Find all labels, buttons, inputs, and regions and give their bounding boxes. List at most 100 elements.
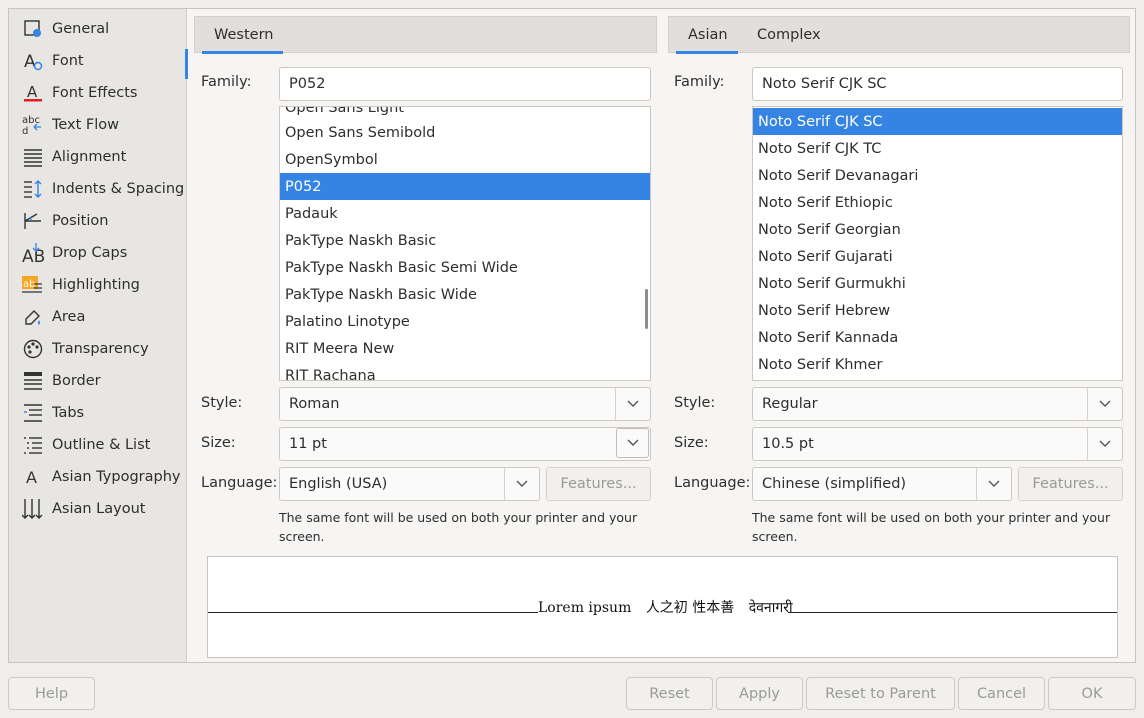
scrollbar[interactable] [645,289,648,329]
sidebar-item-highlighting[interactable]: ab Highlighting [9,269,187,301]
chevron-down-icon[interactable] [616,428,649,458]
list-item-selected[interactable]: P052 [280,173,650,200]
family-label: Family: [674,74,725,90]
svg-text:ab: ab [23,279,35,290]
dialog-content: General A Font A Font Effects abc d Text … [8,8,1136,663]
ok-button[interactable]: OK [1048,677,1136,710]
style-value: Roman [289,396,340,412]
asian-font-list[interactable]: Noto Serif CJK SC Noto Serif CJK TC Noto… [752,106,1123,381]
sidebar-item-area[interactable]: Area [9,301,187,333]
indents-spacing-icon [22,178,44,200]
sidebar-item-outline-list[interactable]: Outline & List [9,429,187,461]
area-icon [22,306,44,328]
position-icon [22,210,44,232]
list-item[interactable]: Noto Serif Kannada [753,324,1122,351]
reset-to-parent-button[interactable]: Reset to Parent [806,677,955,710]
list-item[interactable]: Open Sans Semibold [280,119,650,146]
western-font-list[interactable]: Open Sans Light Open Sans Semibold OpenS… [279,106,651,381]
western-panel: Western Family: P052 Open Sans Light Ope… [194,16,657,556]
list-item[interactable]: OpenSymbol [280,146,650,173]
sidebar-item-label: Font Effects [52,85,138,101]
preview-text: Lorem ipsum 人之初 性本善 देवनागरी [538,597,793,617]
list-item[interactable]: Noto Serif CJK TC [753,135,1122,162]
cancel-button[interactable]: Cancel [958,677,1045,710]
highlighting-icon: ab [22,274,44,296]
sidebar-item-border[interactable]: Border [9,365,187,397]
western-language-combo[interactable]: English (USA) [279,467,540,501]
alignment-icon [22,146,44,168]
svg-text:A: A [24,52,36,71]
chevron-down-icon[interactable] [976,468,1011,500]
list-item[interactable]: Noto Serif Devanagari [753,162,1122,189]
sidebar-item-font[interactable]: A Font [9,45,188,79]
sidebar-item-label: General [52,21,110,37]
list-item[interactable]: Noto Serif Georgian [753,216,1122,243]
sidebar-item-text-flow[interactable]: abc d Text Flow [9,109,187,141]
tabs-icon [22,402,44,424]
list-item-selected[interactable]: Noto Serif CJK SC [753,108,1122,135]
list-item[interactable]: PakType Naskh Basic Wide [280,281,650,308]
size-value: 11 pt [289,436,327,452]
asian-tabbar: Asian Complex [668,16,1130,54]
reset-button[interactable]: Reset [626,677,713,710]
chevron-down-icon[interactable] [1087,388,1122,420]
sidebar-item-label: Highlighting [52,277,140,293]
sidebar-item-tabs[interactable]: Tabs [9,397,187,429]
asian-language-combo[interactable]: Chinese (simplified) [752,467,1012,501]
asian-size-combo[interactable]: 10.5 pt [752,427,1123,461]
list-item[interactable]: Noto Serif Gurmukhi [753,270,1122,297]
sidebar-item-label: Drop Caps [52,245,128,261]
baseline-right [788,612,1117,613]
western-note: The same font will be used on both your … [279,510,638,544]
list-item[interactable]: PakType Naskh Basic [280,227,650,254]
list-item[interactable]: Noto Serif Gujarati [753,243,1122,270]
western-size-combo[interactable]: 11 pt [279,427,651,461]
western-tabbar: Western [194,16,657,54]
western-style-combo[interactable]: Roman [279,387,651,421]
svg-text:A: A [27,83,38,101]
western-features-button[interactable]: Features... [546,467,651,501]
apply-button[interactable]: Apply [716,677,803,710]
sidebar-item-drop-caps[interactable]: AB Drop Caps [9,237,187,269]
svg-text:AB: AB [22,247,44,264]
sidebar-item-label: Position [52,213,109,229]
list-item[interactable]: Noto Serif Khmer [753,351,1122,378]
list-item[interactable]: Padauk [280,200,650,227]
sidebar-item-asian-layout[interactable]: Asian Layout [9,493,187,525]
sidebar-item-indents-spacing[interactable]: Indents & Spacing [9,173,187,205]
list-item[interactable]: Noto Serif Ethiopic [753,189,1122,216]
asian-typography-icon: A [22,466,44,488]
border-icon [22,370,44,392]
sidebar-item-position[interactable]: Position [9,205,187,237]
help-button[interactable]: Help [8,677,95,710]
list-item[interactable]: PakType Naskh Basic Semi Wide [280,254,650,281]
chevron-down-icon[interactable] [504,468,539,500]
size-label: Size: [674,435,709,451]
western-family-input[interactable]: P052 [279,67,651,101]
sidebar-item-font-effects[interactable]: A Font Effects [9,77,187,109]
list-item[interactable]: RIT Meera New [280,335,650,362]
tab-western[interactable]: Western [202,17,283,54]
general-icon [22,18,44,40]
asian-family-input[interactable]: Noto Serif CJK SC [752,67,1123,101]
svg-text:A: A [26,468,37,487]
list-item[interactable]: Noto Serif Hebrew [753,297,1122,324]
sidebar-item-asian-typography[interactable]: A Asian Typography [9,461,187,493]
sidebar-item-general[interactable]: General [9,13,187,45]
chevron-down-icon[interactable] [1087,428,1122,460]
style-label: Style: [674,395,716,411]
language-value: English (USA) [289,476,388,492]
asian-features-button[interactable]: Features... [1018,467,1123,501]
asian-style-combo[interactable]: Regular [752,387,1123,421]
chevron-down-icon[interactable] [615,388,650,420]
tab-asian[interactable]: Asian [676,17,738,54]
list-item[interactable]: RIT Rachana [280,362,650,381]
font-preview: Lorem ipsum 人之初 性本善 देवनागरी [207,556,1118,658]
sidebar-item-transparency[interactable]: Transparency [9,333,187,365]
tab-complex[interactable]: Complex [745,17,833,53]
language-label: Language: [201,475,278,491]
sidebar-item-alignment[interactable]: Alignment [9,141,187,173]
list-item[interactable]: Palatino Linotype [280,308,650,335]
preview-cjk: 人之初 性本善 [645,600,735,616]
sidebar-item-label: Font [52,53,84,69]
